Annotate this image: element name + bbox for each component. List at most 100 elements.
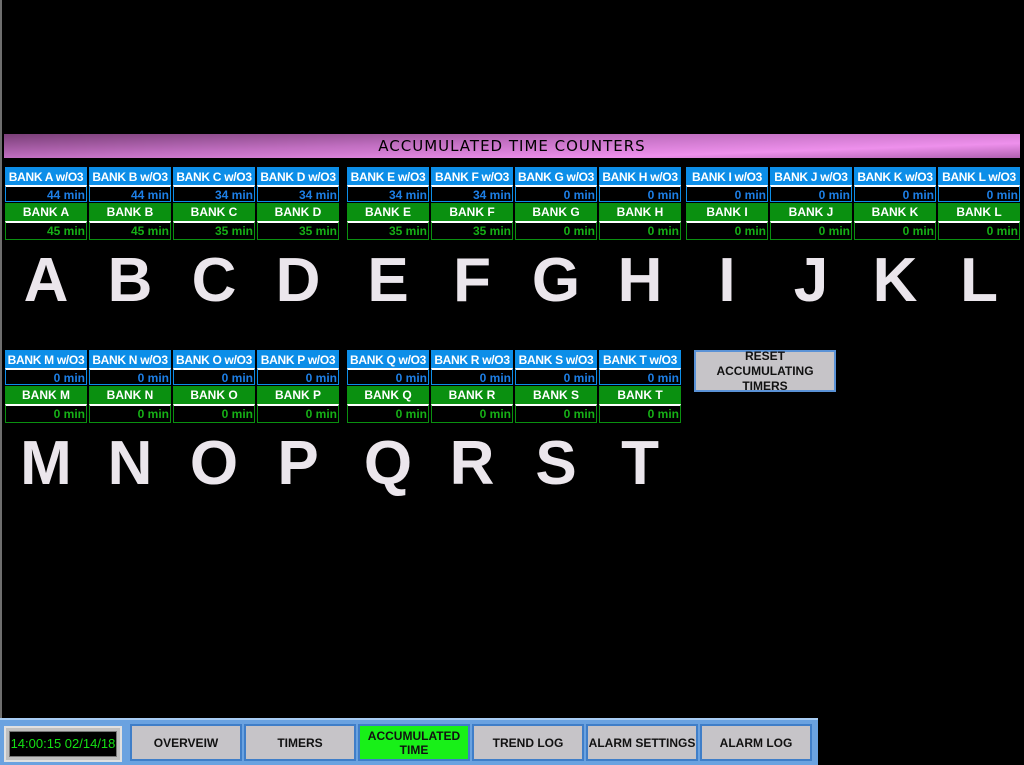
bank-label: BANK O	[173, 386, 255, 404]
bank-letter-l: L	[960, 246, 998, 315]
bank-cell-h: BANK H w/O3 0 min BANK H0 min	[599, 167, 681, 241]
bank-o3-value: 0 min	[599, 185, 681, 202]
bank-o3-label: BANK G w/O3	[515, 167, 597, 185]
bank-letter-s: S	[535, 429, 577, 498]
bank-value: 35 min	[173, 221, 255, 240]
bank-label: BANK A	[5, 203, 87, 221]
bank-o3-label: BANK T w/O3	[599, 350, 681, 368]
bank-value: 0 min	[515, 221, 597, 240]
bank-letter-h: H	[617, 246, 663, 315]
bank-o3-value: 0 min	[515, 185, 597, 202]
bank-letter-d: D	[275, 246, 321, 315]
bank-o3-value: 0 min	[257, 368, 339, 385]
bank-letter-f: F	[453, 246, 491, 315]
bank-value: 0 min	[938, 221, 1020, 240]
bank-label: BANK R	[431, 386, 513, 404]
nav-trend-log-button[interactable]: TREND LOG	[472, 724, 584, 761]
bank-letter-m: M	[20, 429, 72, 498]
bank-value: 0 min	[5, 404, 87, 423]
bank-letter-q: Q	[363, 429, 413, 498]
bank-o3-value: 34 min	[431, 185, 513, 202]
bank-label: BANK Q	[347, 386, 429, 404]
bank-letter-t: T	[621, 429, 659, 498]
bank-o3-label: BANK D w/O3	[257, 167, 339, 185]
bank-label: BANK G	[515, 203, 597, 221]
bank-o3-value: 0 min	[515, 368, 597, 385]
nav-overveiw-button[interactable]: OVERVEIW	[130, 724, 242, 761]
bank-value: 0 min	[89, 404, 171, 423]
bank-value: 0 min	[431, 404, 513, 423]
bank-label: BANK P	[257, 386, 339, 404]
bank-letter-k: K	[872, 246, 918, 315]
bank-cell-p: BANK P w/O3 0 min BANK P0 min	[257, 350, 339, 424]
bank-value: 35 min	[257, 221, 339, 240]
bank-label: BANK I	[686, 203, 768, 221]
bank-letter-b: B	[107, 246, 153, 315]
clock-display: 14:00:15 02/14/18	[4, 726, 122, 762]
bank-o3-label: BANK S w/O3	[515, 350, 597, 368]
bank-o3-value: 0 min	[854, 185, 936, 202]
bank-o3-label: BANK I w/O3	[686, 167, 768, 185]
bank-o3-label: BANK L w/O3	[938, 167, 1020, 185]
bank-value: 45 min	[89, 221, 171, 240]
nav-timers-button[interactable]: TIMERS	[244, 724, 356, 761]
bank-o3-value: 0 min	[770, 185, 852, 202]
nav-alarm-settings-button[interactable]: ALARM SETTINGS	[586, 724, 698, 761]
title-bar: ACCUMULATED TIME COUNTERS	[4, 134, 1020, 158]
bank-o3-label: BANK P w/O3	[257, 350, 339, 368]
bank-letter-o: O	[189, 429, 239, 498]
bank-label: BANK B	[89, 203, 171, 221]
page-title: ACCUMULATED TIME COUNTERS	[378, 137, 646, 155]
bank-o3-label: BANK E w/O3	[347, 167, 429, 185]
window-left-border	[0, 0, 2, 720]
bank-o3-value: 0 min	[599, 368, 681, 385]
bank-letter-g: G	[531, 246, 581, 315]
bank-o3-value: 44 min	[89, 185, 171, 202]
nav-alarm-log-button[interactable]: ALARM LOG	[700, 724, 812, 761]
bank-o3-value: 0 min	[431, 368, 513, 385]
bank-cell-e: BANK E w/O3 34 min BANK E 35 min	[347, 167, 429, 241]
bank-value: 0 min	[686, 221, 768, 240]
bank-value: 35 min	[347, 221, 429, 240]
bank-o3-value: 34 min	[257, 185, 339, 202]
bank-o3-label: BANK C w/O3	[173, 167, 255, 185]
bank-label: BANK M	[5, 386, 87, 404]
bank-value: 0 min	[599, 404, 681, 423]
bank-label: BANK T	[599, 386, 681, 404]
bank-o3-value: 0 min	[173, 368, 255, 385]
bank-value: 0 min	[599, 221, 681, 240]
bank-letter-n: N	[107, 429, 153, 498]
bank-cell-f: BANK F w/O3 34 min BANK F 35 min	[431, 167, 513, 241]
bank-o3-value: 0 min	[5, 368, 87, 385]
bank-letter-p: P	[277, 429, 319, 498]
bank-label: BANK K	[854, 203, 936, 221]
bank-label: BANK F	[431, 203, 513, 221]
bank-label: BANK H	[599, 203, 681, 221]
reset-accumulating-timers-button[interactable]: RESET ACCUMULATING TIMERS	[694, 349, 836, 393]
bank-label: BANK C	[173, 203, 255, 221]
bank-o3-value: 0 min	[89, 368, 171, 385]
bank-cell-t: BANK T w/O3 0 min BANK T0 min	[599, 350, 681, 424]
bank-cell-o: BANK O w/O3 0 min BANK O0 min	[173, 350, 255, 424]
bank-o3-value: 0 min	[686, 185, 768, 202]
bank-letter-j: J	[793, 246, 829, 315]
bank-value: 0 min	[770, 221, 852, 240]
bank-o3-label: BANK F w/O3	[431, 167, 513, 185]
bank-cell-q: BANK Q w/O3 0 min BANK Q0 min	[347, 350, 429, 424]
bank-o3-label: BANK A w/O3	[5, 167, 87, 185]
bank-o3-value: 44 min	[5, 185, 87, 202]
bank-letter-c: C	[191, 246, 237, 315]
bank-cell-n: BANK N w/O3 0 min BANK N0 min	[89, 350, 171, 424]
clock-text: 14:00:15 02/14/18	[9, 731, 117, 757]
bank-o3-value: 34 min	[347, 185, 429, 202]
bank-cell-b: BANK B w/O3 44 min BANK B 45 min	[89, 167, 171, 241]
bank-letter-r: R	[449, 429, 495, 498]
bank-cell-m: BANK M w/O3 0 min BANK M0 min	[5, 350, 87, 424]
bank-cell-a: BANK A w/O3 44 min BANK A 45 min	[5, 167, 87, 241]
bank-cell-r: BANK R w/O3 0 min BANK R0 min	[431, 350, 513, 424]
bank-o3-label: BANK N w/O3	[89, 350, 171, 368]
nav-accumulated-time-button[interactable]: ACCUMULATED TIME	[358, 724, 470, 761]
bank-o3-label: BANK R w/O3	[431, 350, 513, 368]
bank-value: 0 min	[854, 221, 936, 240]
bank-o3-label: BANK Q w/O3	[347, 350, 429, 368]
